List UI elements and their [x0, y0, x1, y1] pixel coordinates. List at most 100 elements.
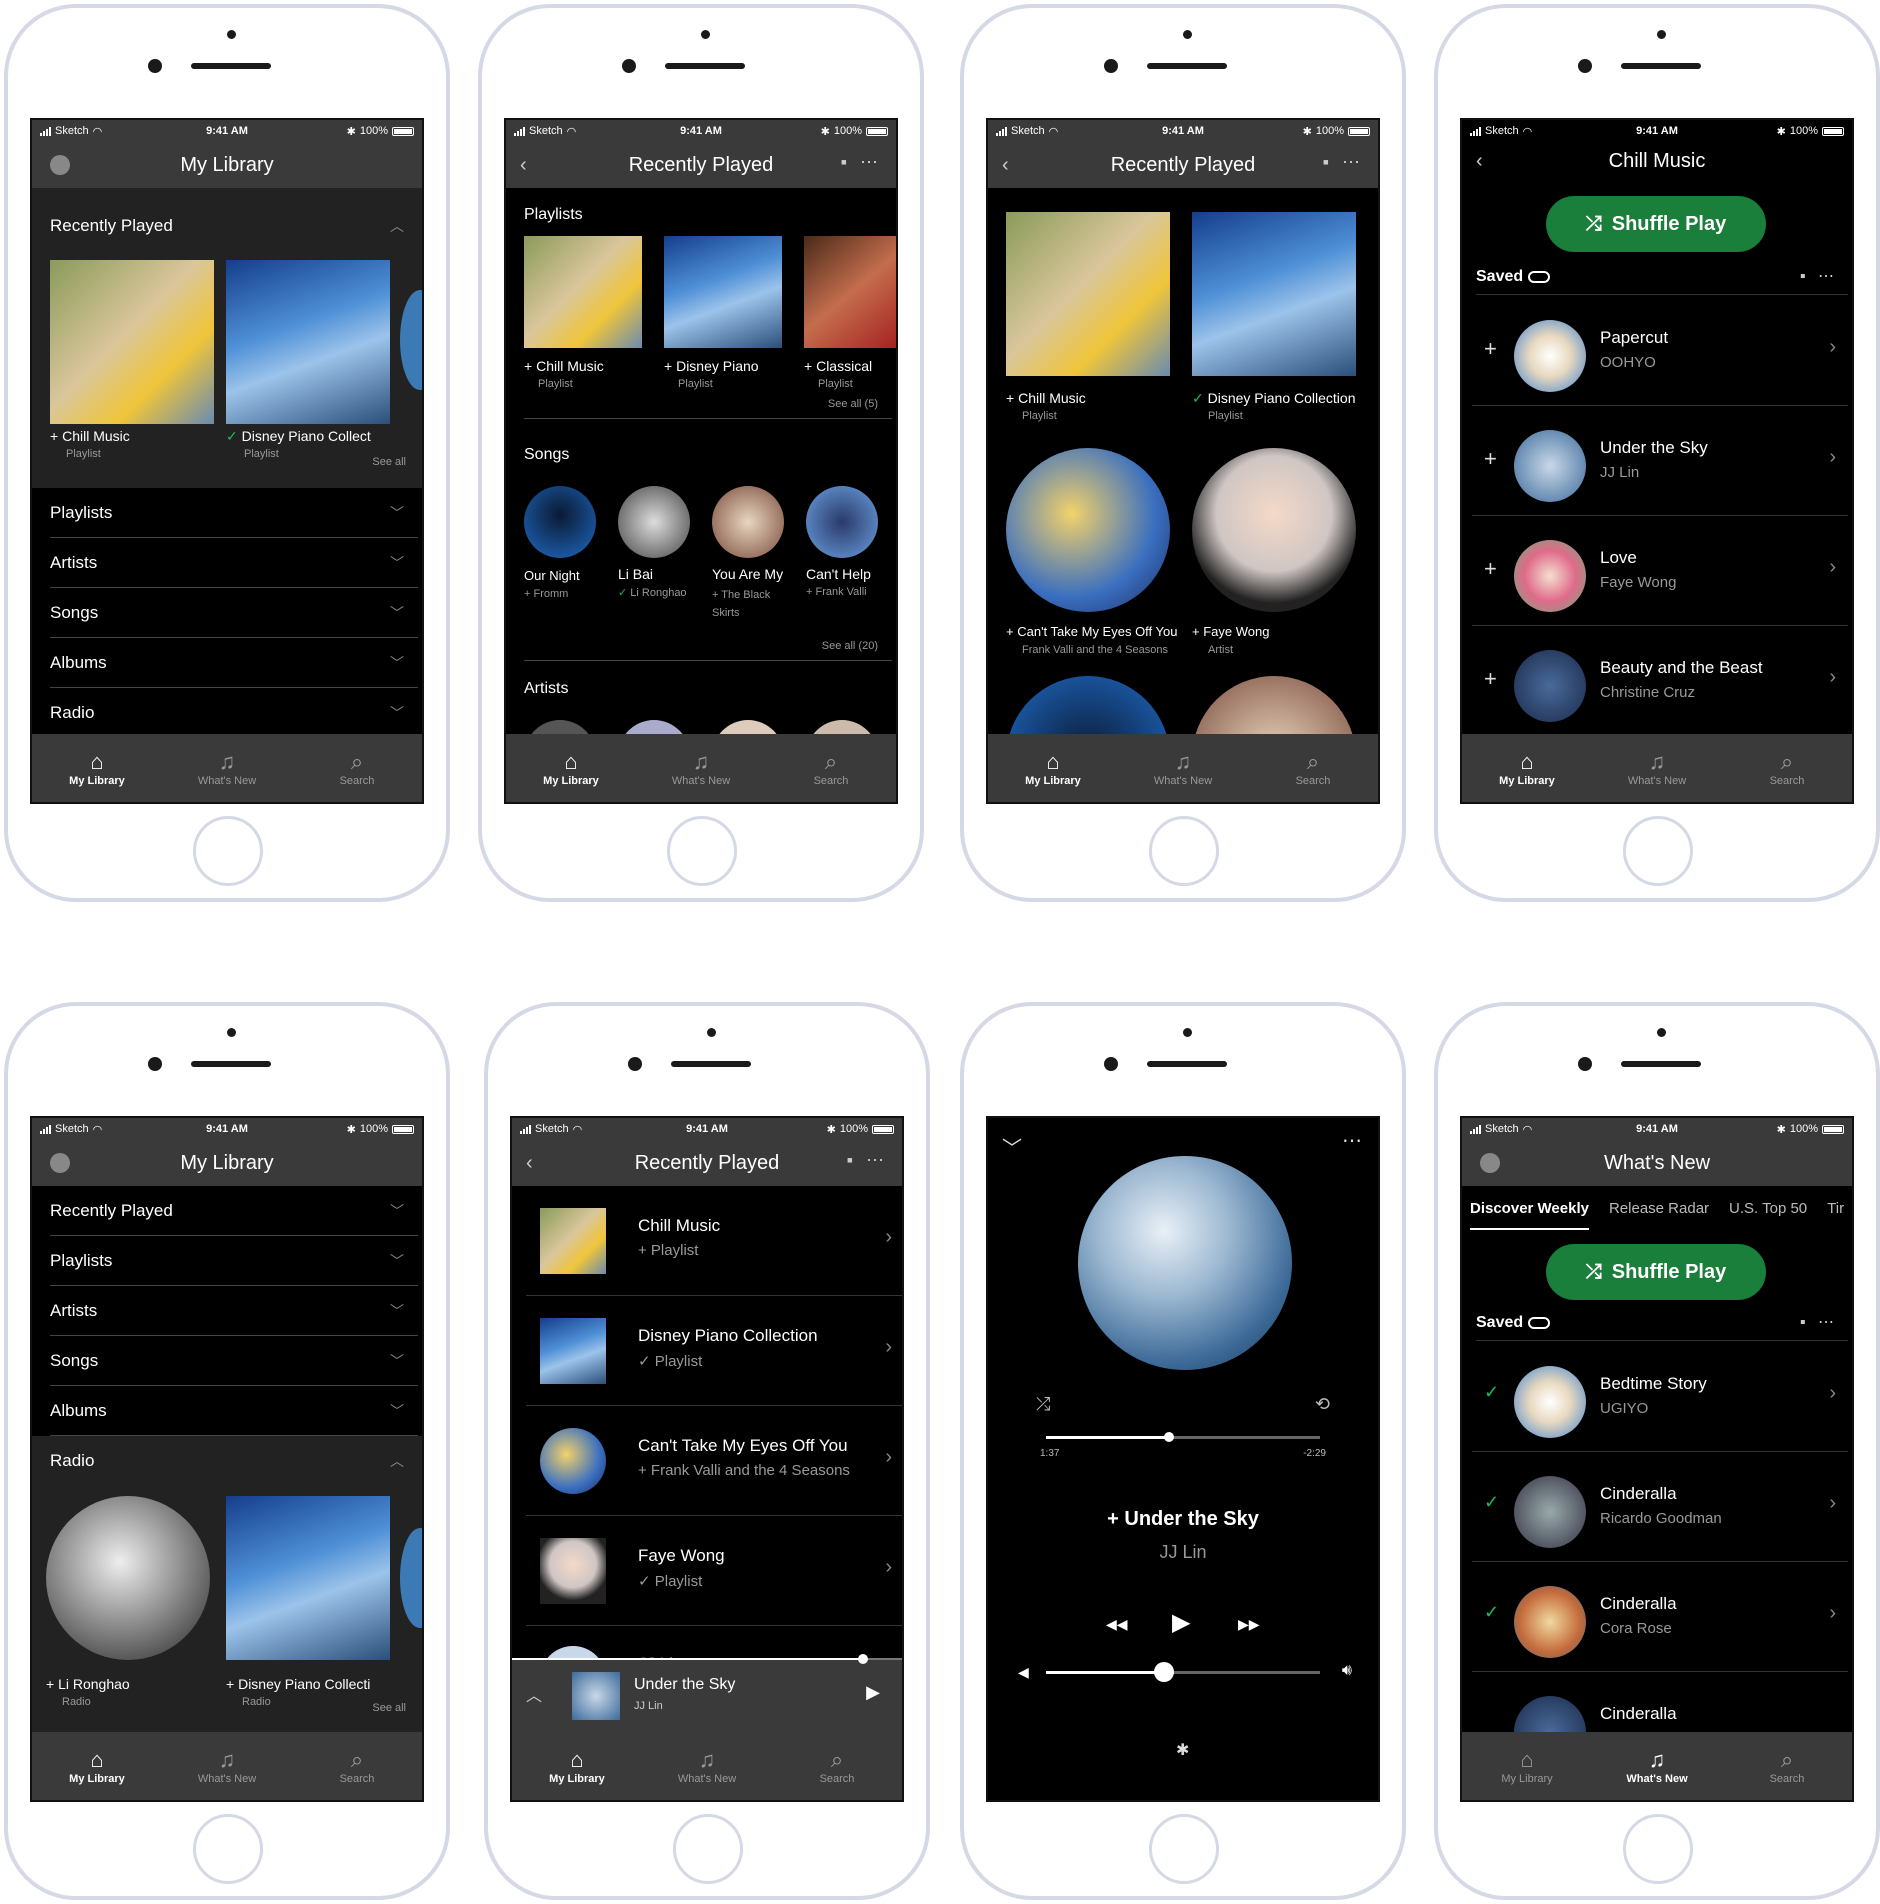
- shuffle-icon[interactable]: ⤮: [1036, 1394, 1050, 1415]
- tab-search[interactable]: ⌕ Search: [312, 749, 402, 787]
- tab-release-radar[interactable]: Release Radar: [1609, 1186, 1709, 1230]
- tab-my-library[interactable]: ⌂ My Library: [532, 1747, 622, 1785]
- song-artwork[interactable]: [524, 486, 596, 558]
- more-icon[interactable]: ⋯: [1342, 1128, 1362, 1153]
- tab-whats-new[interactable]: ♫ What's New: [656, 749, 746, 787]
- add-icon[interactable]: +: [1107, 1508, 1119, 1530]
- faye-wong-artwork[interactable]: [1192, 448, 1356, 612]
- see-all-link[interactable]: See all: [372, 456, 406, 468]
- check-icon[interactable]: ✓: [1484, 1602, 1499, 1623]
- add-icon[interactable]: +: [1484, 556, 1497, 582]
- see-all-link[interactable]: See all (5): [828, 398, 878, 410]
- progress-track[interactable]: [1046, 1436, 1320, 1439]
- song-artwork[interactable]: [712, 486, 784, 558]
- tab-my-library[interactable]: ⌂ My Library: [1482, 1747, 1572, 1785]
- tab-whats-new[interactable]: ♫ What's New: [182, 749, 272, 787]
- repeat-icon[interactable]: ⟲: [1315, 1394, 1330, 1415]
- mini-progress-knob[interactable]: [858, 1654, 868, 1664]
- grid-more-icon[interactable]: ▪ ⋯: [841, 152, 882, 173]
- song-artwork[interactable]: [618, 486, 690, 558]
- list-item[interactable]: Chill Music + Playlist ›: [526, 1186, 902, 1296]
- song-artwork[interactable]: [806, 486, 878, 558]
- disney-artwork[interactable]: [226, 1496, 390, 1660]
- back-icon[interactable]: ‹: [520, 154, 527, 177]
- track-row[interactable]: + Papercut OOHYO ›: [1472, 296, 1848, 406]
- tab-whats-new[interactable]: ♫ What's New: [1612, 749, 1702, 787]
- tab-my-library[interactable]: ⌂ My Library: [1482, 749, 1572, 787]
- track-row[interactable]: + Under the Sky JJ Lin ›: [1472, 406, 1848, 516]
- disney-artwork[interactable]: [226, 260, 390, 424]
- classical-artwork[interactable]: [804, 236, 896, 348]
- tab-us-top-50[interactable]: U.S. Top 50: [1729, 1186, 1807, 1230]
- home-button[interactable]: [1623, 816, 1693, 886]
- tab-more[interactable]: Tir: [1827, 1186, 1844, 1230]
- home-button[interactable]: [193, 1814, 263, 1884]
- track-row[interactable]: ✓ Cinderalla Cora Rose ›: [1472, 1562, 1848, 1672]
- mini-player[interactable]: ︿ Under the Sky JJ Lin ▶: [512, 1654, 902, 1736]
- collapse-chevron-icon[interactable]: ﹀: [1002, 1132, 1022, 1161]
- track-row[interactable]: + Love Faye Wong ›: [1472, 516, 1848, 626]
- track-row[interactable]: ✓ Bedtime Story UGIYO ›: [1472, 1342, 1848, 1452]
- check-icon[interactable]: ✓: [1484, 1382, 1499, 1403]
- recently-played-label[interactable]: Recently Played: [50, 216, 173, 236]
- home-button[interactable]: [1623, 1814, 1693, 1884]
- section-albums[interactable]: Albums ﹀: [50, 638, 418, 688]
- add-icon[interactable]: +: [1484, 336, 1497, 362]
- profile-icon[interactable]: [50, 1153, 70, 1173]
- volume-track[interactable]: [1046, 1671, 1320, 1674]
- tab-search[interactable]: ⌕ Search: [1268, 749, 1358, 787]
- add-icon[interactable]: +: [1484, 446, 1497, 472]
- li-ronghao-artwork[interactable]: [46, 1496, 210, 1660]
- section-playlists[interactable]: Playlists ﹀: [50, 488, 418, 538]
- tab-whats-new[interactable]: ♫ What's New: [182, 1747, 272, 1785]
- home-button[interactable]: [1149, 816, 1219, 886]
- play-icon[interactable]: ▶: [1172, 1608, 1190, 1637]
- grid-more-icon[interactable]: ▪ ⋯: [847, 1150, 888, 1171]
- tab-whats-new[interactable]: ♫ What's New: [662, 1747, 752, 1785]
- see-all-link[interactable]: See all: [372, 1702, 406, 1714]
- disney-artwork[interactable]: [1192, 212, 1356, 376]
- list-item[interactable]: Can't Take My Eyes Off You + Frank Valli …: [526, 1406, 902, 1516]
- grid-more-icon[interactable]: ▪ ⋯: [1800, 1312, 1838, 1332]
- list-item[interactable]: Disney Piano Collection ✓ Playlist ›: [526, 1296, 902, 1406]
- section-recently-played[interactable]: Recently Played ﹀: [50, 1186, 418, 1236]
- home-button[interactable]: [193, 816, 263, 886]
- fast-forward-icon[interactable]: ▶▶: [1238, 1616, 1260, 1633]
- chevron-up-icon[interactable]: ︿: [526, 1682, 542, 1706]
- tab-search[interactable]: ⌕ Search: [1742, 1747, 1832, 1785]
- track-row[interactable]: ✓ Cinderalla Ricardo Goodman ›: [1472, 1452, 1848, 1562]
- tab-search[interactable]: ⌕ Search: [792, 1747, 882, 1785]
- home-button[interactable]: [673, 1814, 743, 1884]
- toggle-icon[interactable]: [1527, 270, 1550, 283]
- back-icon[interactable]: ‹: [1002, 154, 1009, 177]
- tab-whats-new[interactable]: ♫ What's New: [1612, 1747, 1702, 1785]
- section-artists[interactable]: Artists ﹀: [50, 538, 418, 588]
- section-radio[interactable]: Radio ﹀: [50, 688, 418, 738]
- chill-music-artwork[interactable]: [50, 260, 214, 424]
- section-albums[interactable]: Albums ﹀: [50, 1386, 418, 1436]
- section-songs[interactable]: Songs ﹀: [50, 588, 418, 638]
- volume-knob[interactable]: [1153, 1662, 1174, 1682]
- tab-whats-new[interactable]: ♫ What's New: [1138, 749, 1228, 787]
- add-icon[interactable]: +: [1484, 666, 1497, 692]
- back-icon[interactable]: ‹: [526, 1152, 533, 1175]
- bluetooth-icon[interactable]: ✱: [1176, 1740, 1189, 1760]
- grid-more-icon[interactable]: ▪ ⋯: [1323, 152, 1364, 173]
- tab-my-library[interactable]: ⌂ My Library: [52, 749, 142, 787]
- section-songs[interactable]: Songs ﹀: [50, 1336, 418, 1386]
- home-button[interactable]: [1149, 1814, 1219, 1884]
- disney-artwork[interactable]: [664, 236, 782, 348]
- chevron-up-icon[interactable]: ︿: [390, 216, 404, 236]
- chill-music-artwork[interactable]: [524, 236, 642, 348]
- four-seasons-artwork[interactable]: [1006, 448, 1170, 612]
- profile-icon[interactable]: [50, 155, 70, 175]
- track-row[interactable]: + Beauty and the Beast Christine Cruz ›: [1472, 626, 1848, 736]
- tab-my-library[interactable]: ⌂ My Library: [526, 749, 616, 787]
- section-playlists[interactable]: Playlists ﹀: [50, 1236, 418, 1286]
- back-icon[interactable]: ‹: [1476, 150, 1483, 173]
- tab-search[interactable]: ⌕ Search: [786, 749, 876, 787]
- tab-search[interactable]: ⌕ Search: [312, 1747, 402, 1785]
- progress-knob[interactable]: [1164, 1432, 1175, 1442]
- play-icon[interactable]: ▶: [866, 1682, 880, 1703]
- check-icon[interactable]: ✓: [1484, 1492, 1499, 1513]
